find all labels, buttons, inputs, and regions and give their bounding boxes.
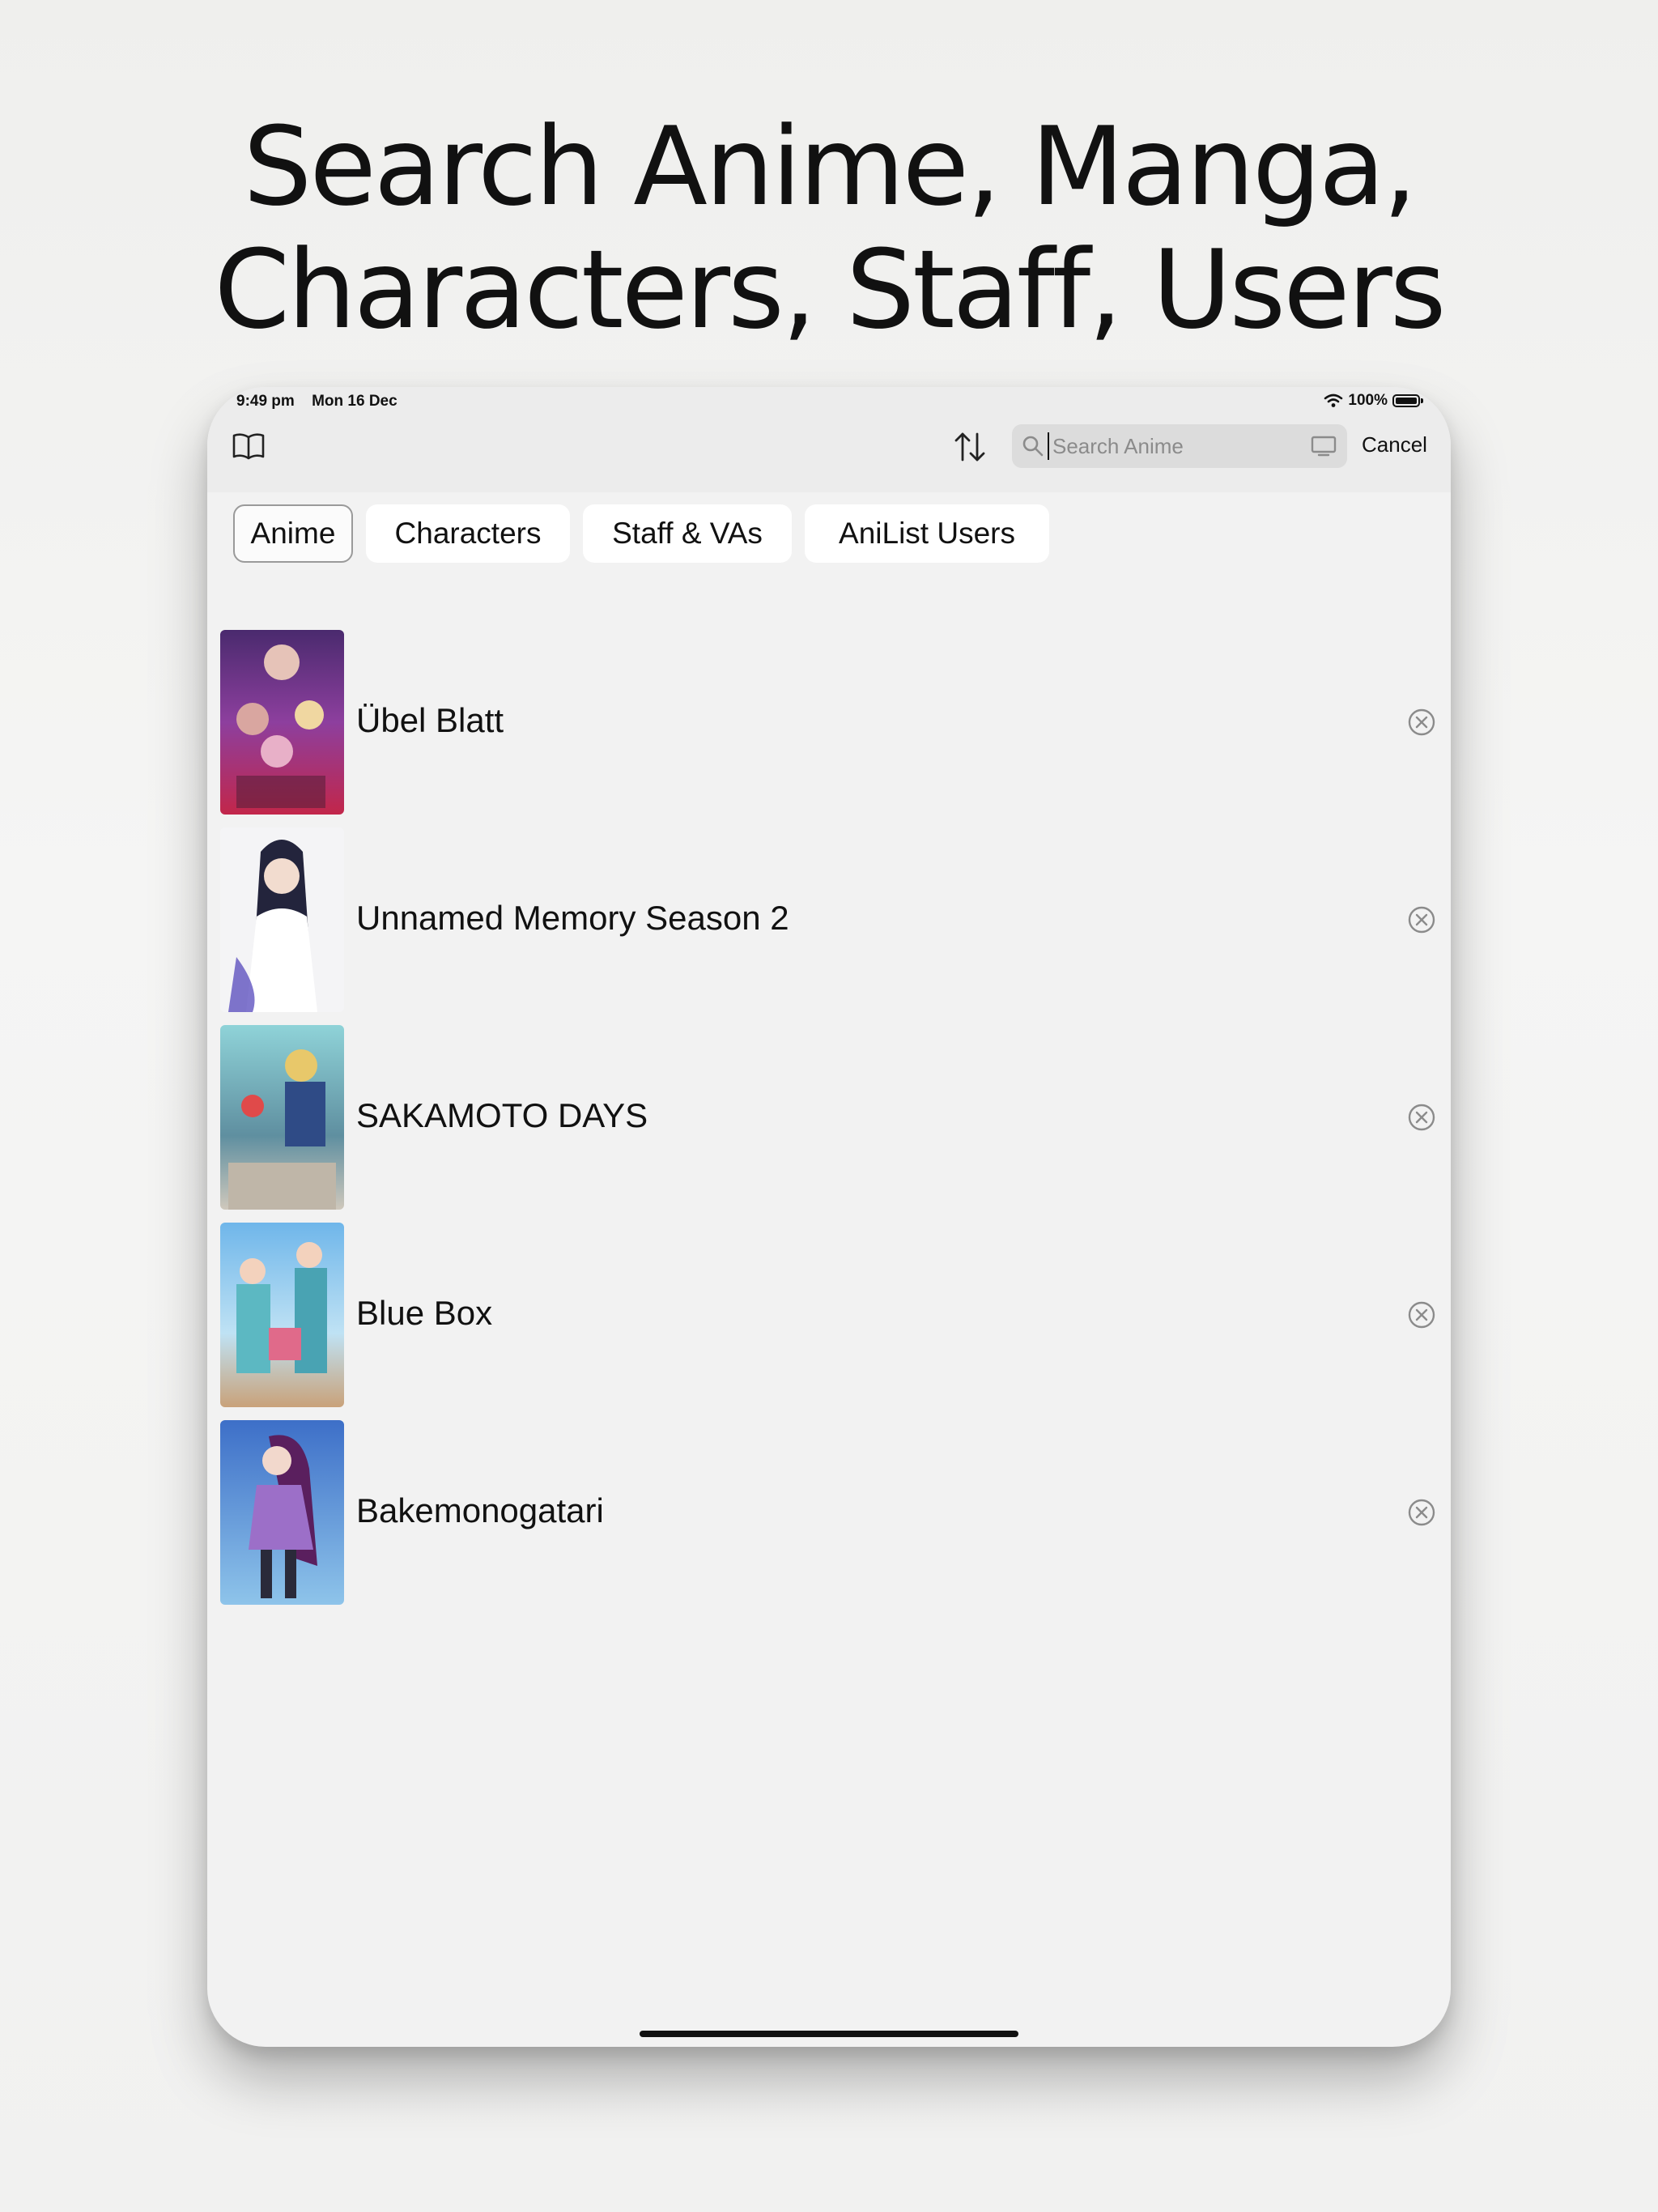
anime-title: Übel Blatt bbox=[356, 701, 504, 739]
anime-title: Blue Box bbox=[356, 1294, 493, 1332]
sort-arrows-icon[interactable] bbox=[952, 429, 988, 465]
cover-image bbox=[220, 1025, 344, 1210]
magnifying-glass-icon bbox=[1022, 436, 1044, 457]
book-icon[interactable] bbox=[232, 431, 266, 462]
tab-anime[interactable]: Anime bbox=[233, 504, 353, 563]
cancel-button[interactable]: Cancel bbox=[1362, 432, 1427, 457]
cover-image bbox=[220, 1223, 344, 1407]
status-date: Mon 16 Dec bbox=[312, 393, 397, 410]
battery-percent: 100% bbox=[1348, 392, 1388, 409]
tab-anilist-users[interactable]: AniList Users bbox=[805, 504, 1049, 563]
list-item[interactable]: SAKAMOTO DAYS bbox=[207, 1025, 1451, 1223]
recent-search-list: Übel Blatt Unnamed Memory Season 2 SAKAM… bbox=[207, 630, 1451, 1618]
search-field[interactable] bbox=[1012, 424, 1347, 468]
status-bar-left: 9:49 pm Mon 16 Dec bbox=[236, 393, 410, 410]
cover-image bbox=[220, 630, 344, 815]
search-input[interactable] bbox=[1048, 432, 1295, 460]
ipad-screen: 9:49 pm Mon 16 Dec 100% Search Anime Can… bbox=[207, 387, 1451, 2047]
remove-circle-icon[interactable] bbox=[1407, 708, 1436, 737]
navigation-bar: 9:49 pm Mon 16 Dec 100% Search Anime Can… bbox=[207, 387, 1451, 492]
tab-staff-vas[interactable]: Staff & VAs bbox=[583, 504, 792, 563]
wifi-icon bbox=[1324, 393, 1343, 407]
tab-characters[interactable]: Characters bbox=[366, 504, 570, 563]
remove-circle-icon[interactable] bbox=[1407, 1498, 1436, 1527]
cover-image bbox=[220, 1420, 344, 1605]
display-icon[interactable] bbox=[1310, 434, 1337, 458]
battery-icon bbox=[1392, 394, 1423, 407]
home-indicator[interactable] bbox=[640, 2031, 1018, 2037]
anime-title: SAKAMOTO DAYS bbox=[356, 1096, 648, 1134]
headline-line-2: Characters, Staff, Users bbox=[214, 227, 1446, 353]
list-item[interactable]: Übel Blatt bbox=[207, 630, 1451, 827]
remove-circle-icon[interactable] bbox=[1407, 1103, 1436, 1132]
remove-circle-icon[interactable] bbox=[1407, 905, 1436, 934]
search-category-tabs: Anime Characters Staff & VAs AniList Use… bbox=[233, 504, 1049, 563]
anime-title: Bakemonogatari bbox=[356, 1491, 604, 1529]
list-item[interactable]: Blue Box bbox=[207, 1223, 1451, 1420]
remove-circle-icon[interactable] bbox=[1407, 1300, 1436, 1329]
list-item[interactable]: Bakemonogatari bbox=[207, 1420, 1451, 1618]
status-time: 9:49 pm bbox=[236, 393, 295, 410]
headline-line-1: Search Anime, Manga, bbox=[243, 104, 1417, 230]
headline: Search Anime, Manga, Characters, Staff, … bbox=[0, 105, 1658, 351]
list-item[interactable]: Unnamed Memory Season 2 bbox=[207, 827, 1451, 1025]
status-bar-right: 100% bbox=[1324, 392, 1423, 410]
cover-image bbox=[220, 827, 344, 1012]
anime-title: Unnamed Memory Season 2 bbox=[356, 899, 789, 937]
